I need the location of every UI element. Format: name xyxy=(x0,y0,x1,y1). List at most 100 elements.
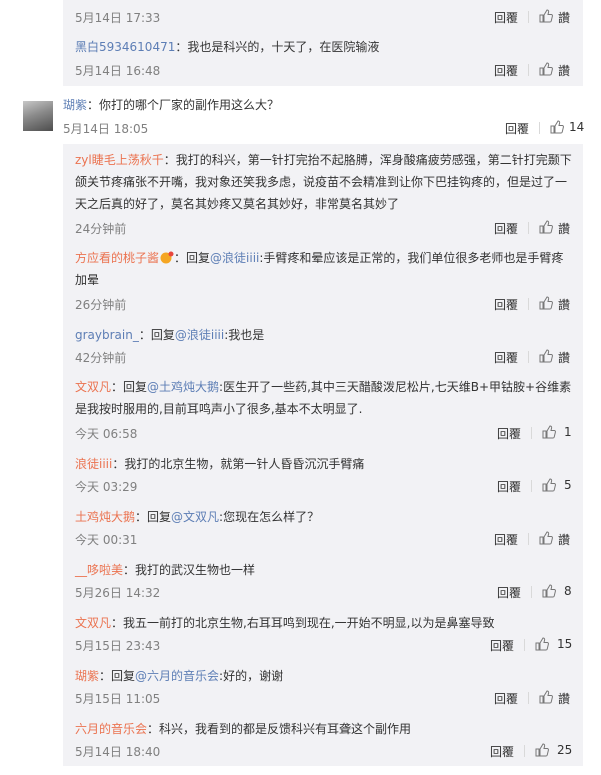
divider xyxy=(531,427,532,439)
reply-content: 土鸡炖大鹅：回复@文双凡:您现在怎么样了？ xyxy=(75,506,575,528)
reply-prefix: ：回复 xyxy=(135,510,172,524)
divider xyxy=(524,745,525,757)
divider xyxy=(528,298,529,310)
like-count: 8 xyxy=(564,584,572,598)
like-label[interactable]: 讚 xyxy=(558,690,570,707)
reply-content: 黑白5934610471：我也是科兴的，十天了，在医院输液 xyxy=(75,36,575,58)
reply-button[interactable]: 回覆 xyxy=(497,425,521,442)
reply-button[interactable]: 回覆 xyxy=(505,120,529,137)
thumbs-up-icon[interactable] xyxy=(539,531,553,545)
reply-button[interactable]: 回覆 xyxy=(490,637,514,654)
like-count: 5 xyxy=(564,478,572,492)
like-count: 14 xyxy=(569,120,585,134)
reply-user-link[interactable]: graybrain_ xyxy=(75,328,139,342)
comment-content: 瑚紫：你打的哪个厂家的副作用这么大？ xyxy=(63,94,279,116)
thumbs-up-icon[interactable] xyxy=(535,743,549,757)
thumbs-up-icon[interactable] xyxy=(539,296,553,310)
reply-button[interactable]: 回覆 xyxy=(497,584,521,601)
comment-user-link[interactable]: 瑚紫 xyxy=(63,98,87,112)
reply-user-link[interactable]: 浪徒iiii xyxy=(75,457,112,471)
reply-user-link[interactable]: 六月的音乐会 xyxy=(75,722,147,736)
reply-user-link[interactable]: 黑白5934610471 xyxy=(75,40,175,54)
reply-button[interactable]: 回覆 xyxy=(494,9,518,26)
reply-content: 浪徒iiii：我打的北京生物，就第一针人昏昏沉沉手臂痛 xyxy=(75,453,575,475)
reply-button[interactable]: 回覆 xyxy=(494,690,518,707)
reply-text: ：我五一前打的北京生物,右耳耳鸣到现在,一开始不明显,以为是鼻塞导致 xyxy=(111,616,495,630)
divider xyxy=(528,692,529,704)
reply-time: 5月15日 11:05 xyxy=(75,692,161,706)
divider xyxy=(528,351,529,363)
reply-content: 文双凡：我五一前打的北京生物,右耳耳鸣到现在,一开始不明显,以为是鼻塞导致 xyxy=(75,612,575,634)
reply-time: 今天 00:31 xyxy=(75,533,138,547)
reply-button[interactable]: 回覆 xyxy=(494,531,518,548)
reply-text: ：科兴，我看到的都是反馈科兴有耳聋这个副作用 xyxy=(147,722,412,736)
reply-user-link[interactable]: 瑚紫 xyxy=(75,669,99,683)
reply-user-link[interactable]: 文双凡 xyxy=(75,380,111,394)
like-label[interactable]: 讚 xyxy=(558,531,570,548)
comment-time: 5月14日 18:05 xyxy=(63,122,149,136)
reply-time: 5月14日 16:48 xyxy=(75,64,161,78)
reply-prefix: ：回复 xyxy=(174,251,211,265)
fan-badge-icon xyxy=(160,251,174,264)
reply-text: ：我打的武汉生物也一样 xyxy=(123,563,256,577)
thumbs-up-icon[interactable] xyxy=(539,62,553,76)
like-label[interactable]: 讚 xyxy=(558,220,570,237)
reply-time: 5月26日 14:32 xyxy=(75,586,161,600)
reply-user-link[interactable]: __哆啦美 xyxy=(75,563,123,577)
reply-content: graybrain_：回复@浪徒iiii:我也是 xyxy=(75,324,575,346)
like-count: 15 xyxy=(557,637,573,651)
reply-button[interactable]: 回覆 xyxy=(494,296,518,313)
reply-content: 方应看的桃子酱 ：回复@浪徒iiii:手臂疼和晕应该是正常的，我们单位很多老师也是… xyxy=(75,247,575,291)
like-label[interactable]: 讚 xyxy=(558,349,570,366)
divider xyxy=(531,480,532,492)
thumbs-up-icon[interactable] xyxy=(539,349,553,363)
reply-user-link[interactable]: zyl睫毛上荡秋千 xyxy=(75,153,164,167)
reply-content: 文双凡：回复@土鸡炖大鹅:医生开了一些药,其中三天醋酸泼尼松片,七天维B+甲钴胺… xyxy=(75,376,575,420)
divider xyxy=(528,11,529,23)
thumbs-up-icon[interactable] xyxy=(539,690,553,704)
mention-link[interactable]: @浪徒iiii xyxy=(175,328,224,342)
reply-content: 六月的音乐会：科兴，我看到的都是反馈科兴有耳聋这个副作用 xyxy=(75,718,575,740)
reply-time: 今天 06:58 xyxy=(75,427,138,441)
reply-user-link[interactable]: 文双凡 xyxy=(75,616,111,630)
mention-link[interactable]: @文双凡 xyxy=(171,510,219,524)
reply-time: 5月14日 17:33 xyxy=(75,11,161,25)
thumbs-up-icon[interactable] xyxy=(535,637,549,651)
divider xyxy=(528,222,529,234)
mention-link[interactable]: @六月的音乐会 xyxy=(135,669,219,683)
avatar[interactable] xyxy=(23,101,53,131)
reply-button[interactable]: 回覆 xyxy=(497,478,521,495)
thumbs-up-icon[interactable] xyxy=(539,220,553,234)
thumbs-up-icon[interactable] xyxy=(542,478,556,492)
like-label[interactable]: 讚 xyxy=(558,62,570,79)
reply-time: 5月15日 23:43 xyxy=(75,639,161,653)
thumbs-up-icon[interactable] xyxy=(542,425,556,439)
reply-text: ：我打的北京生物，就第一针人昏昏沉沉手臂痛 xyxy=(112,457,365,471)
thumbs-up-icon[interactable] xyxy=(550,120,564,134)
thumbs-up-icon[interactable] xyxy=(539,9,553,23)
reply-prefix: ：回复 xyxy=(99,669,136,683)
reply-prefix: ：回复 xyxy=(138,328,175,342)
reply-content: __哆啦美：我打的武汉生物也一样 xyxy=(75,559,575,581)
reply-user-link[interactable]: 土鸡炖大鹅 xyxy=(75,510,135,524)
reply-time: 26分钟前 xyxy=(75,298,127,312)
like-label[interactable]: 讚 xyxy=(558,9,570,26)
mention-link[interactable]: @土鸡炖大鹅 xyxy=(147,380,219,394)
reply-content: zyl睫毛上荡秋千：我打的科兴，第一针打完抬不起胳膊，浑身酸痛疲劳感强，第二针打… xyxy=(75,149,575,215)
comment-text: ：你打的哪个厂家的副作用这么大？ xyxy=(87,98,280,112)
like-count: 1 xyxy=(564,425,572,439)
divider xyxy=(539,122,540,134)
reply-text: :您现在怎么样了？ xyxy=(219,510,320,524)
reply-user-link[interactable]: 方应看的桃子酱 xyxy=(75,251,159,265)
thumbs-up-icon[interactable] xyxy=(542,584,556,598)
like-count: 25 xyxy=(557,743,573,757)
reply-button[interactable]: 回覆 xyxy=(490,743,514,760)
reply-button[interactable]: 回覆 xyxy=(494,349,518,366)
divider xyxy=(528,533,529,545)
reply-content: 瑚紫：回复@六月的音乐会:好的，谢谢 xyxy=(75,665,575,687)
reply-button[interactable]: 回覆 xyxy=(494,220,518,237)
mention-link[interactable]: @浪徒iiii xyxy=(210,251,259,265)
like-label[interactable]: 讚 xyxy=(558,296,570,313)
reply-button[interactable]: 回覆 xyxy=(494,62,518,79)
reply-text: :好的，谢谢 xyxy=(219,669,284,683)
